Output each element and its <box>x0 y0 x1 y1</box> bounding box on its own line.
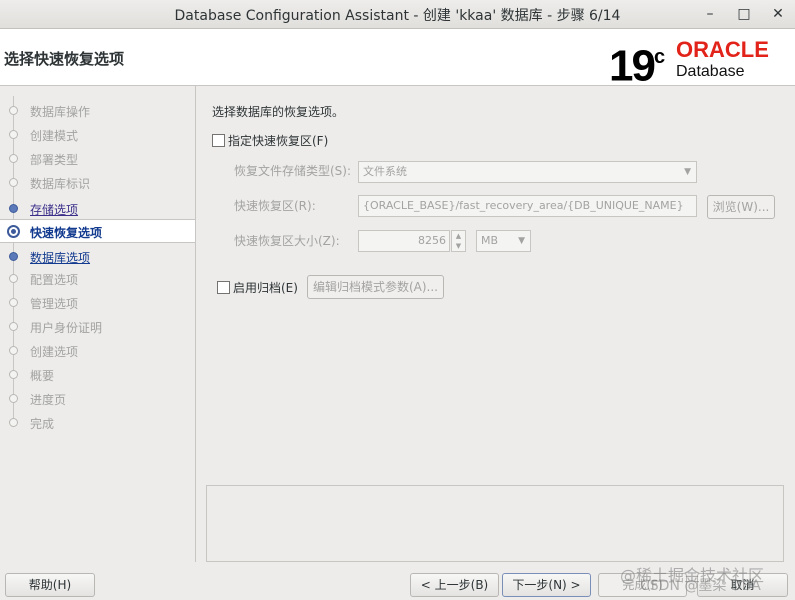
archive-checkbox-label[interactable]: 启用归档(E) <box>233 279 298 296</box>
oracle-19c-logo: 19c <box>609 35 665 91</box>
window-title: Database Configuration Assistant - 创建 'k… <box>174 8 621 24</box>
storage-type-select[interactable]: 文件系统 ▼ <box>358 161 697 183</box>
minimize-button[interactable]: – <box>699 4 721 24</box>
step-user-credentials: 用户身份证明 <box>0 315 195 337</box>
step-database-identification: 数据库标识 <box>0 171 195 193</box>
fra-size-input[interactable]: 8256 <box>358 230 450 252</box>
csdn-watermark: CSDN @墨染 DBA <box>640 578 761 594</box>
step-label: 完成 <box>30 417 55 431</box>
step-label: 数据库操作 <box>30 105 91 119</box>
step-dot-icon <box>9 106 18 115</box>
step-deployment-type: 部署类型 <box>0 147 195 169</box>
chevron-down-icon: ▼ <box>684 167 691 177</box>
step-management-options: 管理选项 <box>0 291 195 313</box>
step-label: 管理选项 <box>30 297 79 311</box>
help-button[interactable]: 帮助(H) <box>5 573 95 597</box>
instruction-text: 选择数据库的恢复选项。 <box>212 105 345 119</box>
step-fast-recovery-option[interactable]: 快速恢复选项 <box>0 219 195 243</box>
logo-superscript: c <box>653 46 666 68</box>
step-database-options[interactable]: 数据库选项 <box>0 245 195 267</box>
window-titlebar: Database Configuration Assistant - 创建 'k… <box>0 0 795 29</box>
step-dot-icon <box>9 322 18 331</box>
step-label: 数据库标识 <box>30 177 91 191</box>
storage-type-label: 恢复文件存储类型(S): <box>234 164 352 178</box>
step-current-icon <box>7 225 20 238</box>
storage-type-value: 文件系统 <box>363 165 407 178</box>
step-label: 部署类型 <box>30 153 79 167</box>
step-dot-icon <box>9 178 18 187</box>
step-label: 创建模式 <box>30 129 79 143</box>
step-dot-icon <box>9 252 18 261</box>
step-dot-icon <box>9 394 18 403</box>
step-dot-icon <box>9 418 18 427</box>
steps-sidebar: 数据库操作 创建模式 部署类型 数据库标识 存储选项 快速恢复选项 数据库选项 … <box>0 86 196 562</box>
fra-checkbox[interactable] <box>212 134 225 147</box>
maximize-button[interactable]: □ <box>733 4 755 24</box>
step-finish: 完成 <box>0 411 195 433</box>
stepper-down-icon[interactable]: ▼ <box>452 241 465 251</box>
step-dot-icon <box>9 274 18 283</box>
step-progress-page: 进度页 <box>0 387 195 409</box>
step-summary: 概要 <box>0 363 195 385</box>
page-title: 选择快速恢复选项 <box>4 50 125 68</box>
step-dot-icon <box>9 204 18 213</box>
fra-location-label: 快速恢复区(R): <box>234 199 316 213</box>
message-panel <box>206 485 784 562</box>
step-label: 概要 <box>30 369 55 383</box>
step-dot-icon <box>9 298 18 307</box>
archive-checkbox[interactable] <box>217 281 230 294</box>
chevron-down-icon: ▼ <box>518 236 525 246</box>
browse-button[interactable]: 浏览(W)... <box>707 195 775 219</box>
next-button[interactable]: 下一步(N) > <box>502 573 591 597</box>
step-dot-icon <box>9 370 18 379</box>
step-database-operation: 数据库操作 <box>0 99 195 121</box>
step-label[interactable]: 快速恢复选项 <box>30 224 102 241</box>
logo-product-name: Database <box>676 63 745 80</box>
fra-size-label: 快速恢复区大小(Z): <box>234 234 340 248</box>
step-creation-option: 创建选项 <box>0 339 195 361</box>
step-dot-icon <box>9 154 18 163</box>
fra-size-unit-select[interactable]: MB ▼ <box>476 230 531 252</box>
fra-location-input[interactable]: {ORACLE_BASE}/fast_recovery_area/{DB_UNI… <box>358 195 697 217</box>
step-dot-icon <box>9 130 18 139</box>
fra-size-unit-value: MB <box>481 234 499 247</box>
step-label[interactable]: 数据库选项 <box>30 249 90 266</box>
step-label: 创建选项 <box>30 345 79 359</box>
step-label: 用户身份证明 <box>30 321 103 335</box>
page-header: 选择快速恢复选项 19c ORACLE Database <box>0 29 795 90</box>
step-label: 配置选项 <box>30 273 79 287</box>
close-button[interactable]: ✕ <box>767 4 789 24</box>
fra-checkbox-label[interactable]: 指定快速恢复区(F) <box>228 132 328 149</box>
back-button[interactable]: < 上一步(B) <box>410 573 499 597</box>
oracle-brand-logo: ORACLE <box>676 37 769 62</box>
logo-version: 19 <box>609 41 656 91</box>
step-storage-option[interactable]: 存储选项 <box>0 197 195 219</box>
step-label: 进度页 <box>30 393 67 407</box>
step-dot-icon <box>9 346 18 355</box>
step-configuration-options: 配置选项 <box>0 267 195 289</box>
edit-archive-params-button[interactable]: 编辑归档模式参数(A)... <box>307 275 444 299</box>
step-creation-mode: 创建模式 <box>0 123 195 145</box>
stepper-up-icon[interactable]: ▲ <box>452 231 465 241</box>
step-label[interactable]: 存储选项 <box>30 201 78 218</box>
fra-size-stepper[interactable]: ▲ ▼ <box>451 230 466 252</box>
